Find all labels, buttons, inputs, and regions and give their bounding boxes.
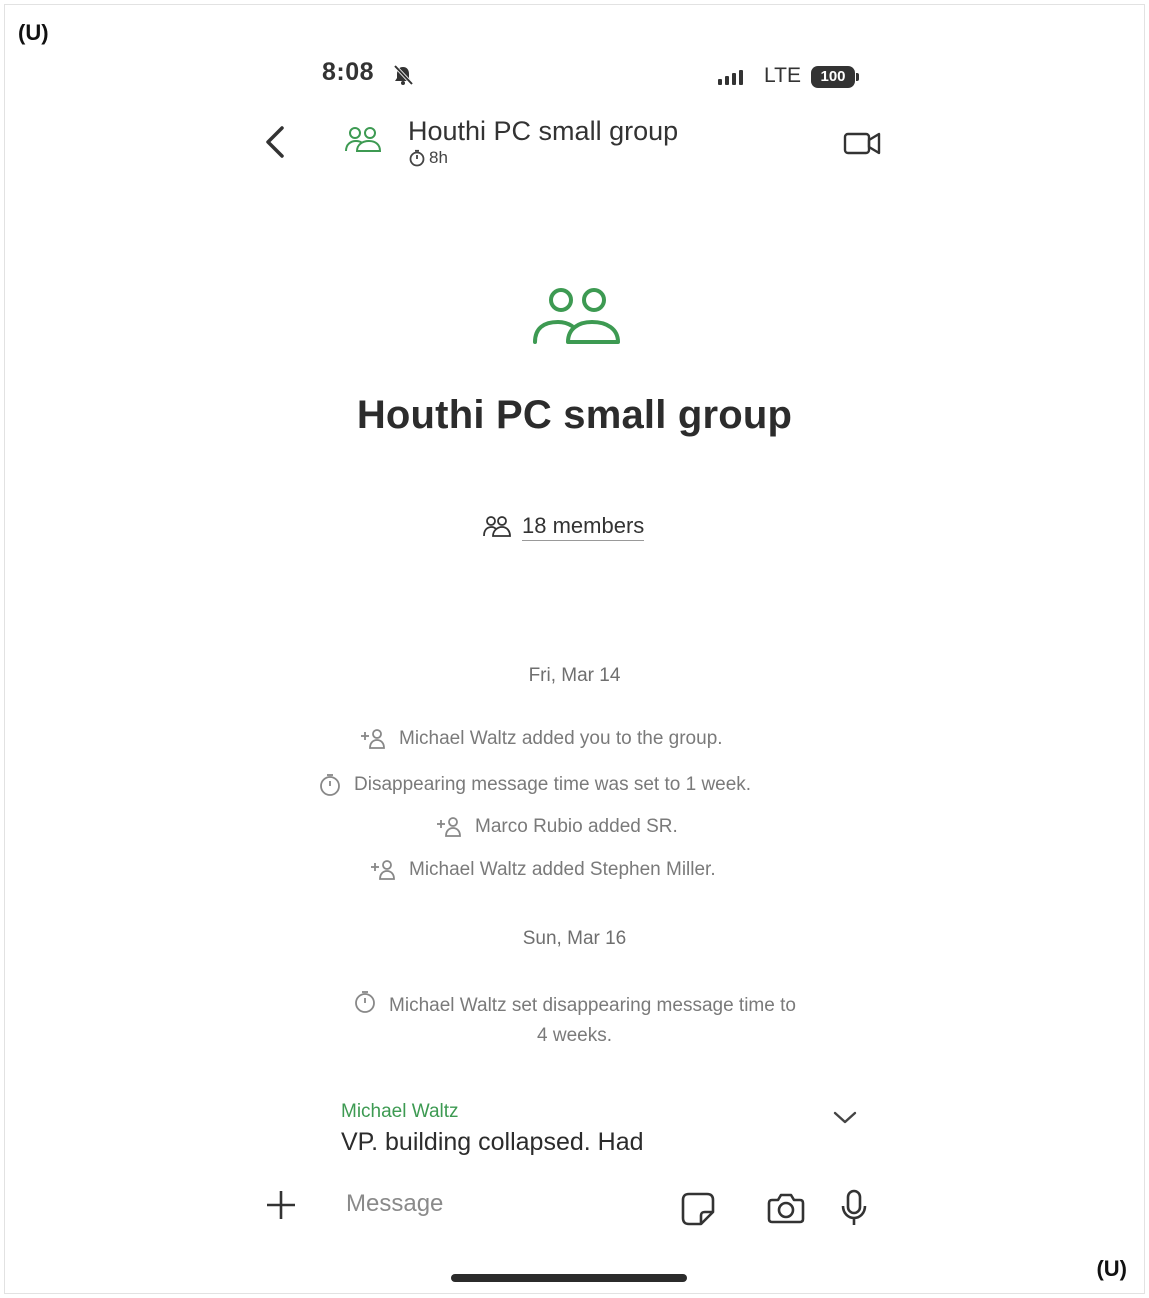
voice-message-button[interactable] [838,1188,870,1233]
classification-mark-bottom: (U) [1096,1256,1127,1281]
battery-icon: 100 [811,66,855,88]
signal-icon [718,70,743,85]
system-event: Marco Rubio added SR. [435,816,678,838]
camera-button[interactable] [766,1190,806,1231]
battery-tip [856,73,859,81]
timer-icon [320,774,340,796]
system-event: Michael Waltz set disappearing message t… [0,990,1149,1049]
members-link[interactable]: 18 members [482,512,645,541]
attach-button[interactable] [264,1188,298,1227]
system-event-text: Michael Waltz added you to the group. [399,728,723,749]
back-chevron-icon [266,126,284,158]
timer-icon [409,149,425,167]
timer-label: 8h [429,148,448,167]
members-count: 18 members [522,512,645,541]
classification-mark-top: (U) [18,20,49,45]
sticker-icon [681,1192,715,1226]
home-indicator[interactable] [451,1274,687,1282]
chevron-down-icon [833,1111,857,1124]
system-event: Michael Waltz added Stephen Miller. [369,859,716,881]
status-time: 8:08 [322,58,375,86]
members-icon [483,515,511,537]
system-event: Michael Waltz added you to the group. [359,728,723,750]
group-avatar-icon [530,286,624,353]
system-event-text: Michael Waltz added Stephen Miller. [409,859,716,880]
network-label: LTE [764,64,801,87]
page-frame [4,4,1145,1294]
system-event-text: Michael Waltz set disappearing message t… [389,995,796,1016]
system-event-text: Marco Rubio added SR. [475,816,678,837]
conversation-title[interactable]: Houthi PC small group [408,116,678,147]
bell-off-icon [392,64,414,91]
add-person-icon [371,860,395,880]
system-event-text: Disappearing message time was set to 1 w… [354,774,752,795]
timer-icon [355,991,375,1013]
system-event: Disappearing message time was set to 1 w… [318,773,751,797]
group-icon [344,126,382,161]
video-call-button[interactable] [838,126,884,165]
message-options-button[interactable] [832,1108,858,1131]
add-person-icon [361,729,385,749]
camera-icon [767,1193,805,1224]
group-title: Houthi PC small group [356,393,793,437]
message-text-cutoff [341,1160,741,1170]
plus-icon [267,1191,295,1219]
message-input[interactable] [332,1182,690,1226]
system-event-text: 4 weeks. [537,1025,612,1046]
date-separator: Sun, Mar 16 [522,928,627,949]
add-person-icon [437,817,461,837]
back-button[interactable] [258,120,294,164]
sticker-button[interactable] [680,1191,716,1232]
video-call-icon [843,132,881,155]
microphone-icon [841,1189,867,1225]
message-text[interactable]: VP. building collapsed. Had [341,1128,644,1157]
message-sender[interactable]: Michael Waltz [341,1101,459,1123]
date-separator: Fri, Mar 14 [528,665,621,686]
disappearing-timer: 8h [408,148,448,168]
